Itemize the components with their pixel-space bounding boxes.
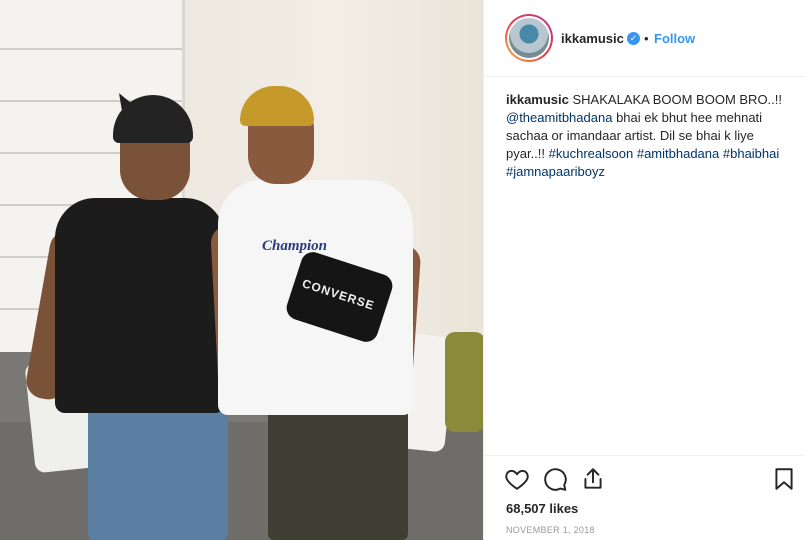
post-photo[interactable]: Champion CONVERSE <box>0 0 483 540</box>
avatar-image <box>509 18 549 58</box>
hashtag-link[interactable]: #jamnapaariboyz <box>506 164 605 179</box>
avatar[interactable] <box>505 14 553 62</box>
instagram-post: Champion CONVERSE ikkamusic ✓ • Follow i… <box>0 0 805 540</box>
person-left-jeans <box>88 405 228 540</box>
caption-username[interactable]: ikkamusic <box>506 92 569 107</box>
comment-icon[interactable] <box>542 466 568 492</box>
bag-print: CONVERSE <box>300 276 377 313</box>
person-left-shirt <box>55 198 225 413</box>
likes-count[interactable]: 68,507 likes <box>506 501 578 516</box>
bookmark-icon[interactable] <box>771 466 797 492</box>
header-separator: • <box>644 31 649 46</box>
person-right-pants <box>268 400 408 540</box>
hashtag-link[interactable]: #amitbhadana <box>637 146 719 161</box>
share-icon[interactable] <box>580 466 606 492</box>
post-actions <box>484 455 805 495</box>
heart-icon[interactable] <box>504 466 530 492</box>
username-link[interactable]: ikkamusic <box>561 31 624 46</box>
hashtag-link[interactable]: #bhaibhai <box>723 146 779 161</box>
follow-button[interactable]: Follow <box>654 31 695 46</box>
verified-badge-icon: ✓ <box>627 32 640 45</box>
hashtag-link[interactable]: #kuchrealsoon <box>549 146 634 161</box>
post-date: NOVEMBER 1, 2018 <box>506 525 595 535</box>
post-header: ikkamusic ✓ • Follow <box>484 0 805 77</box>
caption-mention[interactable]: @theamitbhadana <box>506 110 612 125</box>
photo-cushion <box>445 332 483 432</box>
post-side-panel: ikkamusic ✓ • Follow ikkamusic SHAKALAKA… <box>483 0 805 540</box>
caption-text: SHAKALAKA BOOM BOOM BRO..!! <box>572 92 783 107</box>
post-caption: ikkamusic SHAKALAKA BOOM BOOM BRO..!! @t… <box>506 91 796 181</box>
